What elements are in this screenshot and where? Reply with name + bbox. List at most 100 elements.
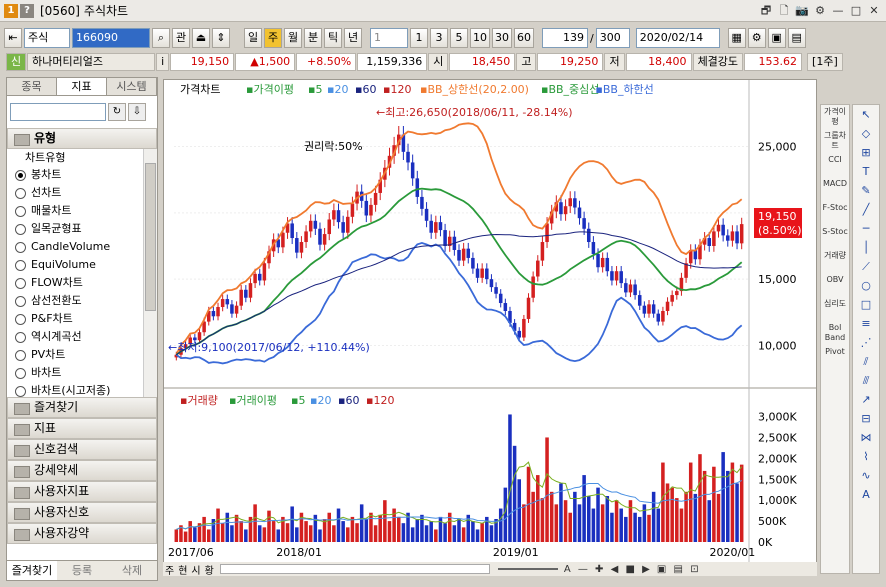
fibonacci-icon[interactable]: ≡	[853, 314, 879, 333]
folder-type[interactable]: 유형	[7, 128, 157, 149]
cursor-icon[interactable]: ↖	[853, 105, 879, 124]
folder-item[interactable]: 사용자신호	[7, 502, 157, 523]
bottom-tab-market[interactable]: 시	[189, 562, 202, 577]
goto-start-icon[interactable]: ⇤	[4, 28, 22, 48]
chart-type-item[interactable]: 매물차트	[7, 202, 157, 220]
arrow-icon[interactable]: ↗	[853, 390, 879, 409]
chart-type-item[interactable]: 바차트	[7, 364, 157, 382]
total-count-input[interactable]: 300	[595, 28, 630, 48]
tree-header[interactable]: 차트유형	[7, 149, 157, 166]
refresh-icon[interactable]: ↻	[108, 103, 126, 121]
auto-icon[interactable]: A	[853, 485, 879, 504]
indicator-tool-button[interactable]: MACD	[821, 177, 849, 201]
indicator-tool-button[interactable]: 가격이평	[821, 105, 849, 129]
market-select[interactable]: 주식	[24, 28, 70, 48]
chart-type-item[interactable]: 일목균형표	[7, 220, 157, 238]
price-volume-chart[interactable]: 25,00020,00015,00010,0003,000K2,500K2,00…	[164, 80, 816, 563]
interval-10[interactable]: 10	[470, 28, 490, 48]
speed-line-icon[interactable]: ⫽	[853, 352, 879, 371]
restore-icon[interactable]: 🗗	[758, 3, 774, 19]
interval-select[interactable]: 1	[370, 28, 408, 48]
wave-icon[interactable]: ∿	[853, 466, 879, 485]
eject-icon[interactable]: ⏏	[192, 28, 210, 48]
all-icon[interactable]: ⊞	[853, 143, 879, 162]
indicator-tool-button[interactable]: CCI	[821, 153, 849, 177]
indicator-tool-button[interactable]: 그룹차트	[821, 129, 849, 153]
indicator-tool-button[interactable]: 심리도	[821, 297, 849, 321]
code-input[interactable]: 166090	[72, 28, 150, 48]
date-input[interactable]: 2020/02/14	[635, 28, 720, 48]
chart-type-item[interactable]: 역시계곡선	[7, 328, 157, 346]
bottom-tab-current[interactable]: 현	[176, 562, 189, 577]
save-icon[interactable]: ▣	[767, 28, 786, 48]
tree-scrollbar[interactable]	[143, 149, 157, 397]
rectangle-icon[interactable]: □	[853, 295, 879, 314]
pattern-icon[interactable]: ⋈	[853, 428, 879, 447]
pencil-icon[interactable]: ✎	[853, 181, 879, 200]
zoom-slider[interactable]	[497, 568, 558, 570]
gear-icon[interactable]: ⚙	[812, 3, 828, 19]
interval-60[interactable]: 60	[514, 28, 534, 48]
folder-item[interactable]: 즐겨찾기	[7, 397, 157, 418]
indicator-search-input[interactable]	[10, 103, 106, 121]
trend-line-icon[interactable]: ⟋	[853, 257, 879, 276]
indicator-tool-button[interactable]: F-Stoc	[821, 201, 849, 225]
help-icon[interactable]: ?	[20, 3, 34, 18]
tab-stock[interactable]: 종목	[7, 78, 57, 95]
updown-icon[interactable]: ⇕	[212, 28, 230, 48]
period-day[interactable]: 일	[244, 28, 262, 48]
grid-icon[interactable]: ⊟	[853, 409, 879, 428]
chart-type-item[interactable]: 삼선전환도	[7, 292, 157, 310]
indicator-tool-button[interactable]: OBV	[821, 273, 849, 297]
chart-tools-icons[interactable]: A — ✚ ◀ ■ ▶ ▣ ▤ ⊡	[564, 564, 701, 575]
close-icon[interactable]: ✕	[866, 3, 882, 19]
chart-scrollbar[interactable]	[219, 564, 490, 574]
layout-icon[interactable]: ▤	[787, 28, 806, 48]
chart-type-item[interactable]: 봉차트	[7, 166, 157, 184]
indicator-tool-button[interactable]: 거래량	[821, 249, 849, 273]
chart-type-item[interactable]: 바차트(시고저종)	[7, 382, 157, 397]
chart-type-item[interactable]: CandleVolume	[7, 238, 157, 256]
tab-favorites[interactable]: 즐겨찾기	[7, 561, 57, 580]
cycle-icon[interactable]: ⌇	[853, 447, 879, 466]
horizontal-line-icon[interactable]: ─	[853, 219, 879, 238]
interval-1[interactable]: 1	[410, 28, 428, 48]
window-number-icon[interactable]: 1	[4, 3, 18, 18]
vertical-line-icon[interactable]: │	[853, 238, 879, 257]
indicator-tool-button[interactable]: Pivot	[821, 345, 849, 369]
info-icon[interactable]: i	[156, 53, 170, 71]
folder-item[interactable]: 지표	[7, 418, 157, 439]
text-icon[interactable]: T	[853, 162, 879, 181]
related-button[interactable]: 관	[172, 28, 190, 48]
folder-item[interactable]: 사용자지표	[7, 481, 157, 502]
folder-item[interactable]: 강세약세	[7, 460, 157, 481]
eraser-icon[interactable]: ◇	[853, 124, 879, 143]
minimize-icon[interactable]: —	[830, 3, 846, 19]
chart-type-item[interactable]: FLOW차트	[7, 274, 157, 292]
chart-area[interactable]: 25,00020,00015,00010,0003,000K2,500K2,00…	[163, 79, 817, 575]
search-icon[interactable]: ⌕	[152, 28, 170, 48]
period-week[interactable]: 주	[264, 28, 282, 48]
camera-icon[interactable]: 📷	[794, 3, 810, 19]
period-month[interactable]: 월	[284, 28, 302, 48]
indicator-tool-button[interactable]: Bol Band	[821, 321, 849, 345]
display-count-input[interactable]: 139	[542, 28, 588, 48]
interval-30[interactable]: 30	[492, 28, 512, 48]
chart-type-item[interactable]: P&F차트	[7, 310, 157, 328]
indicator-tool-button[interactable]: S-Stoc	[821, 225, 849, 249]
settings-icon[interactable]: ⚙	[747, 28, 766, 48]
circle-icon[interactable]: ○	[853, 276, 879, 295]
folder-item[interactable]: 신호검색	[7, 439, 157, 460]
chart-type-item[interactable]: 선차트	[7, 184, 157, 202]
interval-5[interactable]: 5	[450, 28, 468, 48]
delete-button[interactable]: 삭제	[107, 561, 157, 580]
chart-type-item[interactable]: PV차트	[7, 346, 157, 364]
bottom-tab-status[interactable]: 황	[203, 562, 216, 577]
gann-icon[interactable]: ⋰	[853, 333, 879, 352]
period-tick[interactable]: 틱	[324, 28, 342, 48]
chart-icon[interactable]: ▦	[727, 28, 746, 48]
chart-type-item[interactable]: EquiVolume	[7, 256, 157, 274]
line-icon[interactable]: ╱	[853, 200, 879, 219]
new-window-icon[interactable]: 🗋	[776, 3, 792, 19]
period-year[interactable]: 년	[344, 28, 362, 48]
